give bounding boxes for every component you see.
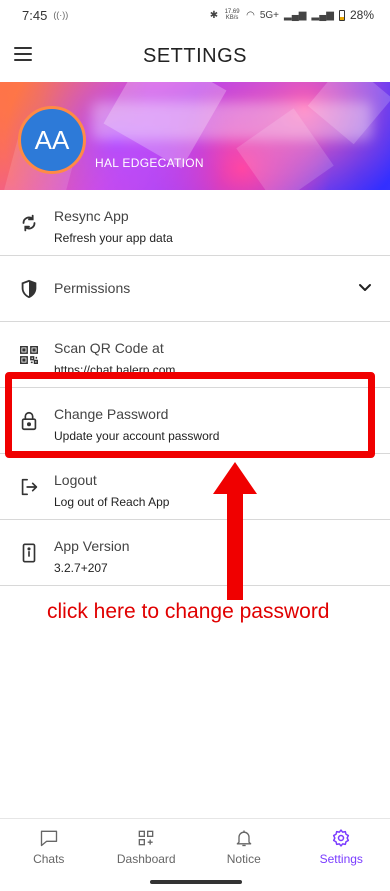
app-version-number: 3.2.7+207 [54,561,108,575]
scan-qr-title: Scan QR Code at [54,340,164,356]
shield-icon [21,279,37,299]
app-version-title: App Version [54,538,130,554]
nav-chats[interactable]: Chats [0,819,98,874]
change-password-item[interactable]: Change Password Update your account pass… [0,388,390,454]
resync-app-item[interactable]: Resync App Refresh your app data [0,190,390,256]
avatar-initials: AA [34,124,70,155]
scan-qr-url: https://chat.halerp.com [54,363,176,377]
gear-icon [333,828,350,847]
profile-name: HAL EDGECATION [95,156,204,170]
logout-subtitle: Log out of Reach App [54,495,170,509]
battery-icon [338,9,345,21]
status-time: 7:45 [22,7,48,23]
nav-settings[interactable]: Settings [293,819,390,874]
app-version-item: App Version 3.2.7+207 [0,520,390,586]
logout-title: Logout [54,472,97,488]
nav-dashboard[interactable]: Dashboard [98,819,196,874]
network-type: 5G+ [259,9,280,21]
scan-qr-item[interactable]: Scan QR Code at https://chat.halerp.com [0,322,390,388]
nav-label-settings: Settings [319,851,363,866]
chevron-down-icon[interactable] [358,280,372,294]
permissions-title: Permissions [54,280,131,296]
hotspot-icon: ((·)) [53,10,69,20]
battery-percent: 28% [349,8,374,22]
signal-icon: ▂▄▆ [284,9,307,21]
app-bar: SETTINGS [0,30,390,82]
bell-icon [236,830,252,846]
permissions-item[interactable]: Permissions [0,256,390,322]
dashboard-grid-icon [138,830,154,845]
signal-icon-2: ▂▄▆ [311,9,334,21]
avatar[interactable]: AA [18,106,86,174]
resync-subtitle: Refresh your app data [54,231,173,245]
network-speed: 17.69 KB/s [224,9,240,21]
settings-list: Resync App Refresh your app data Permiss… [0,190,390,586]
nav-label-dashboard: Dashboard [116,851,176,866]
status-bar: 7:45 ((·)) ✱ 17.69 KB/s ◠ 5G+ ▂▄▆ ▂▄▆ 28… [0,0,390,30]
nav-notice[interactable]: Notice [195,819,293,874]
page-title: SETTINGS [142,44,247,67]
profile-banner: AA HAL EDGECATION [0,82,390,190]
resync-title: Resync App [54,208,129,224]
logout-item[interactable]: Logout Log out of Reach App [0,454,390,520]
info-phone-icon [22,543,36,563]
sync-icon [22,214,36,232]
change-password-title: Change Password [54,406,169,422]
bluetooth-icon: ✱ [209,9,219,21]
lock-icon [21,411,37,431]
bottom-nav: Chats Dashboard Notice Settings [0,818,390,874]
change-password-subtitle: Update your account password [54,429,220,443]
annotation-text: click here to change password [47,600,330,623]
qr-code-icon [20,346,38,364]
chat-bubble-icon [40,830,57,846]
up-arrow-annotation [213,462,257,600]
home-indicator[interactable] [150,880,242,884]
wifi-icon: ◠ [246,9,255,21]
redacted-info [92,102,372,140]
hamburger-menu-icon[interactable] [14,47,32,61]
logout-icon [21,478,38,496]
nav-label-notice: Notice [226,851,261,866]
nav-label-chats: Chats [33,851,65,866]
